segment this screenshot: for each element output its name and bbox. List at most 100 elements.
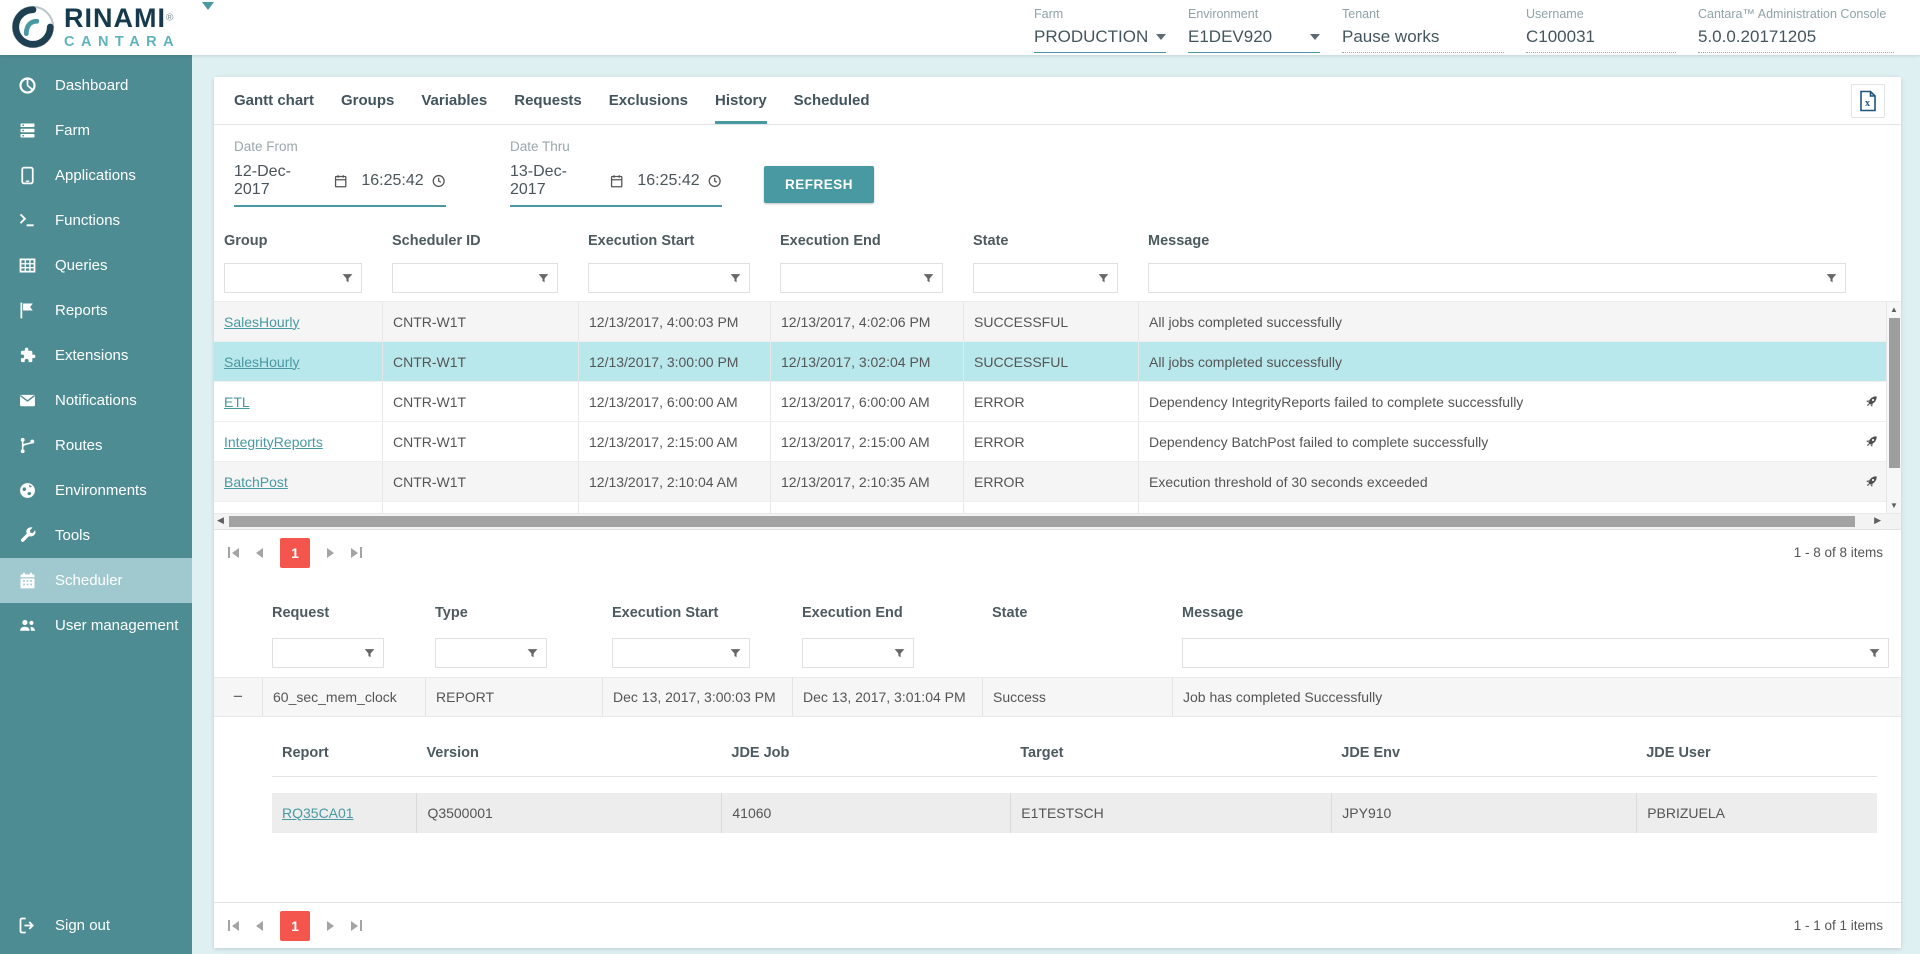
environment-select[interactable]: Environment E1DEV920 xyxy=(1188,7,1320,53)
vertical-scrollbar-thumb[interactable] xyxy=(1889,318,1900,468)
group-link[interactable]: SalesHourly xyxy=(224,354,299,370)
sidebar-item-user-management[interactable]: User management xyxy=(0,603,192,648)
sidebar-item-farm[interactable]: Farm xyxy=(0,108,192,153)
table-row[interactable]: BatchPost CNTR-W1T 12/13/2017, 2:10:04 A… xyxy=(214,462,1886,502)
date-from-value[interactable]: 12-Dec-2017 xyxy=(234,163,326,199)
clock-picker-icon[interactable] xyxy=(707,173,722,189)
sidebar-item-tools[interactable]: Tools xyxy=(0,513,192,558)
date-thru-value[interactable]: 13-Dec-2017 xyxy=(510,163,602,199)
rocket-launch-icon[interactable] xyxy=(1863,473,1880,490)
current-page-button[interactable]: 1 xyxy=(280,538,310,568)
calendar-icon xyxy=(17,570,38,591)
calendar-picker-icon[interactable] xyxy=(609,173,624,189)
next-page-button[interactable] xyxy=(327,921,334,931)
detail-row[interactable]: RQ35CA01 Q3500001 41060 E1TESTSCH JPY910… xyxy=(272,793,1877,833)
group-link[interactable]: BatchPost xyxy=(224,474,288,490)
previous-page-button[interactable] xyxy=(256,548,263,558)
first-page-button[interactable] xyxy=(228,920,239,931)
filter-scheduler-id-input[interactable] xyxy=(399,271,533,286)
tab-history[interactable]: History xyxy=(715,77,767,124)
column-header-jde-env: JDE Env xyxy=(1331,745,1636,761)
sidebar-item-dashboard[interactable]: Dashboard xyxy=(0,63,192,108)
table-row[interactable]: IntegrityReports CNTR-W1T 12/13/2017, 2:… xyxy=(214,422,1886,462)
request-row-expanded[interactable]: − 60_sec_mem_clock REPORT Dec 13, 2017, … xyxy=(214,677,1901,717)
scroll-down-arrow-icon[interactable]: ▼ xyxy=(1887,501,1901,510)
filter-group-input[interactable] xyxy=(231,271,337,286)
sidebar-item-notifications[interactable]: Notifications xyxy=(0,378,192,423)
column-header-type: Type xyxy=(425,605,602,621)
filter-execution-start-input[interactable] xyxy=(619,646,725,661)
tab-scheduled[interactable]: Scheduled xyxy=(794,77,870,124)
sidebar-item-queries[interactable]: Queries xyxy=(0,243,192,288)
funnel-icon[interactable] xyxy=(363,647,376,660)
scroll-up-arrow-icon[interactable]: ▲ xyxy=(1887,305,1901,314)
table-row[interactable]: ManufacturingAccounting CNTR-W1T 12/13/2… xyxy=(214,502,1886,513)
date-from-label: Date From xyxy=(234,139,446,154)
group-link[interactable]: IntegrityReports xyxy=(224,434,323,450)
funnel-icon[interactable] xyxy=(922,272,935,285)
horizontal-scrollbar-thumb[interactable] xyxy=(229,516,1855,527)
funnel-icon[interactable] xyxy=(1825,272,1838,285)
filter-state-input[interactable] xyxy=(980,271,1093,286)
vertical-scrollbar[interactable]: ▲ ▼ xyxy=(1886,302,1901,513)
date-from-input[interactable]: 12-Dec-2017 16:25:42 xyxy=(234,163,446,207)
table-row-selected[interactable]: SalesHourly CNTR-W1T 12/13/2017, 3:00:00… xyxy=(214,342,1886,382)
horizontal-scrollbar[interactable]: ◀ ▶ xyxy=(214,513,1901,529)
date-thru-input[interactable]: 13-Dec-2017 16:25:42 xyxy=(510,163,722,207)
current-page-button[interactable]: 1 xyxy=(280,911,310,941)
sidebar-item-scheduler[interactable]: Scheduler xyxy=(0,558,192,603)
scroll-right-arrow-icon[interactable]: ▶ xyxy=(1874,515,1881,526)
sidebar-item-extensions[interactable]: Extensions xyxy=(0,333,192,378)
sidebar-item-functions[interactable]: Functions xyxy=(0,198,192,243)
filter-execution-end-input[interactable] xyxy=(787,271,918,286)
tab-requests[interactable]: Requests xyxy=(514,77,582,124)
last-page-button[interactable] xyxy=(351,920,362,931)
report-link[interactable]: RQ35CA01 xyxy=(282,805,354,821)
farm-select[interactable]: Farm PRODUCTION xyxy=(1034,7,1166,53)
export-excel-button[interactable]: x xyxy=(1851,84,1885,118)
filter-request-input[interactable] xyxy=(279,646,359,661)
previous-page-button[interactable] xyxy=(256,921,263,931)
filter-type-input[interactable] xyxy=(442,646,522,661)
rocket-launch-icon[interactable] xyxy=(1863,393,1880,410)
refresh-button[interactable]: REFRESH xyxy=(764,166,874,203)
dropdown-caret-icon[interactable] xyxy=(1156,34,1166,40)
tab-variables[interactable]: Variables xyxy=(421,77,487,124)
dropdown-caret-icon[interactable] xyxy=(1310,34,1320,40)
time-from-value[interactable]: 16:25:42 xyxy=(361,172,423,190)
group-link[interactable]: SalesHourly xyxy=(224,314,299,330)
next-page-button[interactable] xyxy=(327,548,334,558)
table-row[interactable]: SalesHourly CNTR-W1T 12/13/2017, 4:00:03… xyxy=(214,302,1886,342)
first-page-button[interactable] xyxy=(228,547,239,558)
clock-picker-icon[interactable] xyxy=(431,173,446,189)
funnel-icon[interactable] xyxy=(537,272,550,285)
sidebar-item-reports[interactable]: Reports xyxy=(0,288,192,333)
funnel-icon[interactable] xyxy=(893,647,906,660)
tab-groups[interactable]: Groups xyxy=(341,77,394,124)
funnel-icon[interactable] xyxy=(1868,647,1881,660)
rocket-launch-icon[interactable] xyxy=(1863,433,1880,450)
scroll-left-arrow-icon[interactable]: ◀ xyxy=(217,515,224,526)
sidebar-item-applications[interactable]: Applications xyxy=(0,153,192,198)
sidebar-item-routes[interactable]: Routes xyxy=(0,423,192,468)
funnel-icon[interactable] xyxy=(729,647,742,660)
last-page-button[interactable] xyxy=(351,547,362,558)
table-row[interactable]: ETL CNTR-W1T 12/13/2017, 6:00:00 AM 12/1… xyxy=(214,382,1886,422)
funnel-icon[interactable] xyxy=(341,272,354,285)
tab-gantt-chart[interactable]: Gantt chart xyxy=(234,77,314,124)
funnel-icon[interactable] xyxy=(1097,272,1110,285)
sidebar-item-environments[interactable]: Environments xyxy=(0,468,192,513)
funnel-icon[interactable] xyxy=(729,272,742,285)
tab-exclusions[interactable]: Exclusions xyxy=(609,77,688,124)
time-thru-value[interactable]: 16:25:42 xyxy=(637,172,699,190)
group-link[interactable]: ETL xyxy=(224,394,250,410)
funnel-icon[interactable] xyxy=(526,647,539,660)
collapse-row-button[interactable]: − xyxy=(214,678,262,716)
filter-execution-end-input[interactable] xyxy=(809,646,889,661)
filter-message-input[interactable] xyxy=(1155,271,1821,286)
calendar-picker-icon[interactable] xyxy=(333,173,348,189)
filter-message-input[interactable] xyxy=(1189,646,1864,661)
sign-out-button[interactable]: Sign out xyxy=(0,903,192,948)
sign-out-icon xyxy=(17,915,38,936)
filter-execution-start-input[interactable] xyxy=(595,271,725,286)
